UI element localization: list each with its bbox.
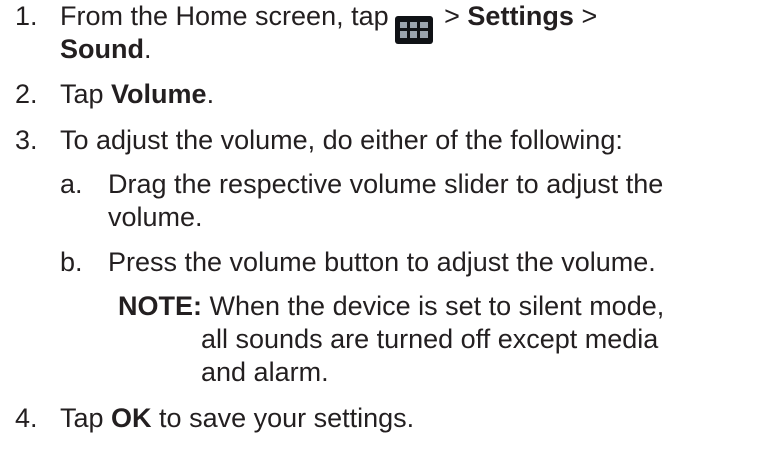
step-number: 4. <box>15 403 38 433</box>
app-drawer-grid-icon <box>394 15 433 44</box>
period: . <box>143 34 152 64</box>
substep-letter: b. <box>60 247 83 277</box>
step-number: 2. <box>15 79 38 109</box>
note-label: NOTE: <box>118 291 202 321</box>
note-text: When the device is set to silent mode, <box>202 291 665 321</box>
note-text-continued: all sounds are turned off except media <box>201 324 659 354</box>
note-text-continued: and alarm. <box>201 357 329 387</box>
substep-text: Press the volume button to adjust the vo… <box>108 247 656 277</box>
ok-label: OK <box>111 403 152 433</box>
step-text-segment: From the Home screen, tap <box>60 1 389 31</box>
substep-letter: a. <box>60 169 83 199</box>
step-text-segment: Tap <box>60 403 112 433</box>
note: NOTE: When the device is set to silent m… <box>118 290 664 323</box>
period: . <box>206 79 215 109</box>
substep-text: Drag the respective volume slider to adj… <box>108 169 664 199</box>
step-text-segment: Tap <box>60 79 112 109</box>
step-text: Tap OK to save your settings. <box>60 402 414 435</box>
step-number: 3. <box>15 125 38 155</box>
settings-label: Settings <box>467 1 574 31</box>
step-text-segment: to save your settings. <box>151 403 415 433</box>
separator: > <box>573 1 598 31</box>
separator: > <box>436 1 468 31</box>
step-text: Tap Volume. <box>60 78 214 111</box>
step-text-continued: Sound. <box>60 33 152 66</box>
step-text: To adjust the volume, do either of the f… <box>60 125 623 155</box>
substep-text-continued: volume. <box>108 202 203 232</box>
volume-label: Volume <box>111 79 207 109</box>
sound-label: Sound <box>60 34 144 64</box>
step-number: 1. <box>15 1 38 31</box>
